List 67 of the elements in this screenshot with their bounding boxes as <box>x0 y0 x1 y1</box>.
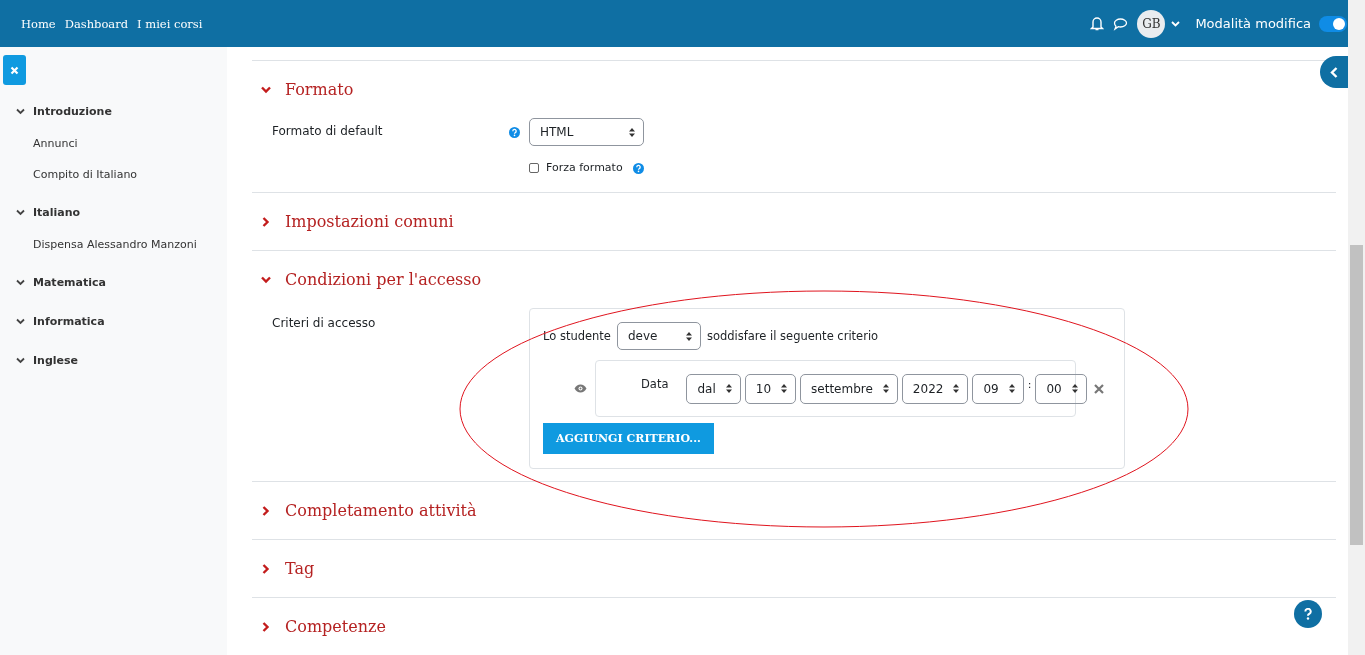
chevron-icon[interactable] <box>260 562 272 575</box>
question-mark-icon <box>1304 608 1312 620</box>
restriction-prefix: Lo studente <box>543 329 611 343</box>
nav-link[interactable]: I miei corsi <box>137 16 203 31</box>
section-heading[interactable]: Condizioni per l'accesso <box>285 270 482 289</box>
sidebar-section-link[interactable]: Introduzione <box>33 104 112 118</box>
delete-icon[interactable] <box>1094 383 1104 394</box>
close-drawer-button[interactable] <box>3 55 26 85</box>
checkbox-label: Forza formato <box>546 161 623 174</box>
sort-icon <box>628 127 635 137</box>
nav-link[interactable]: Home <box>21 16 56 31</box>
chevron-icon[interactable] <box>16 316 25 326</box>
sort-icon <box>725 384 732 393</box>
nav-link[interactable]: Dashboard <box>64 16 129 31</box>
section-heading[interactable]: Impostazioni comuni <box>285 212 454 231</box>
date-dropdown[interactable]: 10 <box>744 373 797 404</box>
field-label: Formato di default <box>272 123 384 140</box>
sidebar-item[interactable]: Dispensa Alessandro Manzoni <box>33 238 227 251</box>
chevron-icon[interactable] <box>260 215 272 228</box>
chevron-icon[interactable] <box>16 207 25 217</box>
format-dropdown[interactable]: HTML <box>529 118 644 146</box>
chevron-icon[interactable] <box>260 620 272 633</box>
sidebar-item[interactable]: Annunci <box>33 137 227 150</box>
section-heading[interactable]: Completamento attività <box>285 501 477 520</box>
sidebar-section-link[interactable]: Inglese <box>33 353 79 367</box>
restriction-suffix: soddisfare il seguente criterio <box>706 329 879 343</box>
help-icon[interactable] <box>632 163 644 174</box>
section-heading[interactable]: Competenze <box>285 617 386 636</box>
help-button[interactable] <box>1294 600 1322 628</box>
date-dropdown[interactable]: settembre <box>800 373 898 404</box>
time-separator: : <box>1027 378 1032 391</box>
edit-mode-toggle[interactable] <box>1319 15 1347 32</box>
user-avatar[interactable]: GB <box>1137 9 1166 38</box>
chat-bubble-icon[interactable] <box>1113 16 1129 31</box>
date-dropdown[interactable]: 00 <box>1035 373 1087 404</box>
sort-icon <box>1008 384 1015 393</box>
sidebar-section-link[interactable]: Matematica <box>33 275 106 289</box>
mode-dropdown[interactable]: deve <box>616 322 701 350</box>
bell-icon[interactable] <box>1090 16 1105 31</box>
sidebar-item[interactable]: Compito di Italiano <box>33 168 227 181</box>
sort-icon <box>685 331 692 341</box>
checkbox[interactable] <box>529 162 539 173</box>
chevron-icon[interactable] <box>16 106 25 116</box>
section-heading[interactable]: Formato <box>285 80 354 99</box>
sort-icon <box>953 384 960 393</box>
date-dropdown[interactable]: 2022 <box>901 373 969 404</box>
chevron-icon[interactable] <box>260 504 272 517</box>
edit-mode-label: Modalità modifica <box>1195 16 1311 31</box>
eye-icon[interactable] <box>574 384 587 393</box>
field-label: Criteri di accesso <box>272 315 377 332</box>
chevron-icon[interactable] <box>16 355 25 365</box>
date-dropdown[interactable]: dal <box>686 373 741 404</box>
sort-icon <box>882 384 889 393</box>
help-icon[interactable] <box>509 127 520 138</box>
chevron-icon[interactable] <box>16 277 25 287</box>
scrollbar[interactable] <box>1348 0 1365 655</box>
criterion-type: Data <box>641 377 669 391</box>
chevron-left-icon <box>1330 66 1338 78</box>
date-dropdown[interactable]: 09 <box>972 373 1024 404</box>
close-icon <box>10 65 19 75</box>
sort-icon <box>1071 384 1078 393</box>
sidebar-section-link[interactable]: Informatica <box>33 314 105 328</box>
sort-icon <box>781 384 788 393</box>
open-drawer-button[interactable] <box>1320 56 1348 88</box>
caret-icon[interactable] <box>1171 20 1181 27</box>
section-heading[interactable]: Tag <box>285 559 315 578</box>
sidebar-section-link[interactable]: Italiano <box>33 205 81 219</box>
